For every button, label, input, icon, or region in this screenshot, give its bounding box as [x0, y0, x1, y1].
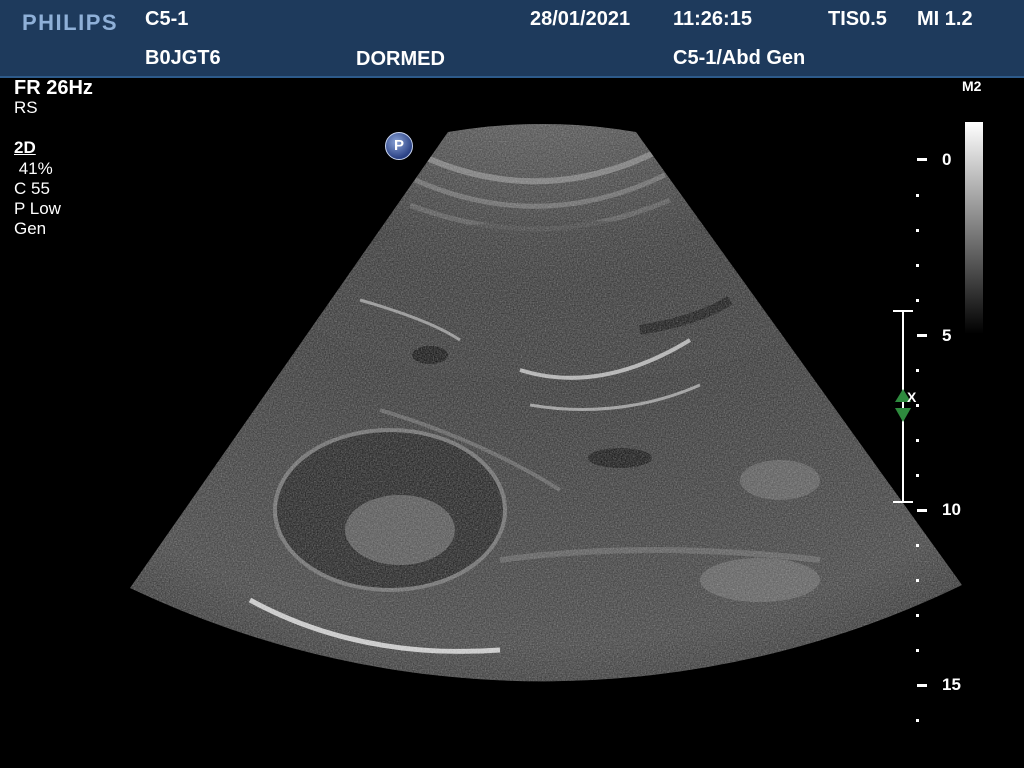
depth-tick-minor — [916, 369, 919, 372]
depth-tick-minor — [916, 299, 919, 302]
depth-tick-minor — [916, 579, 919, 582]
time-label: 11:26:15 — [673, 8, 752, 30]
depth-tick-minor — [916, 544, 919, 547]
ultrasound-image — [130, 124, 962, 682]
depth-label-15: 15 — [942, 675, 961, 694]
depth-tick-major — [917, 158, 927, 161]
tis-label: TIS0.5 — [828, 8, 887, 30]
depth-tick-minor — [916, 614, 919, 617]
grayscale-map-label: M2 — [962, 78, 982, 94]
depth-tick-minor — [916, 439, 919, 442]
depth-tick-minor — [916, 404, 919, 407]
orientation-badge: P — [385, 132, 413, 160]
depth-tick-major — [917, 509, 927, 512]
focal-zone-bottom-cap — [893, 501, 913, 503]
mode-label: 2D — [14, 138, 36, 157]
depth-tick-major — [917, 684, 927, 687]
gain-label: 41% — [14, 159, 53, 178]
preset-label: C5-1/Abd Gen — [673, 47, 806, 69]
depth-tick-minor — [916, 719, 919, 722]
header-bar: PHILIPS C5-1 28/01/2021 11:26:15 TIS0.5 … — [0, 0, 1024, 78]
focal-depth-marker: X — [907, 389, 917, 405]
brand-logo: PHILIPS — [22, 10, 119, 35]
depth-tick-minor — [916, 194, 919, 197]
power-label: P Low — [14, 199, 61, 218]
depth-tick-major — [917, 334, 927, 337]
depth-tick-minor — [916, 229, 919, 232]
compression-label: C 55 — [14, 179, 50, 198]
depth-tick-minor — [916, 264, 919, 267]
depth-tick-minor — [916, 649, 919, 652]
depth-label-0: 0 — [942, 150, 952, 169]
frame-rate-label: FR 26Hz — [14, 77, 93, 99]
mi-label: MI 1.2 — [917, 8, 973, 30]
date-label: 28/01/2021 — [530, 8, 631, 30]
depth-label-10: 10 — [942, 500, 961, 519]
institution-label: DORMED — [356, 48, 445, 70]
transducer-label: C5-1 — [145, 8, 189, 30]
gen-label: Gen — [14, 219, 47, 238]
depth-label-5: 5 — [942, 326, 952, 345]
grayscale-bar — [965, 122, 983, 334]
patient-id-label: B0JGT6 — [145, 47, 221, 69]
depth-tick-minor — [916, 474, 919, 477]
rs-label: RS — [14, 98, 38, 117]
